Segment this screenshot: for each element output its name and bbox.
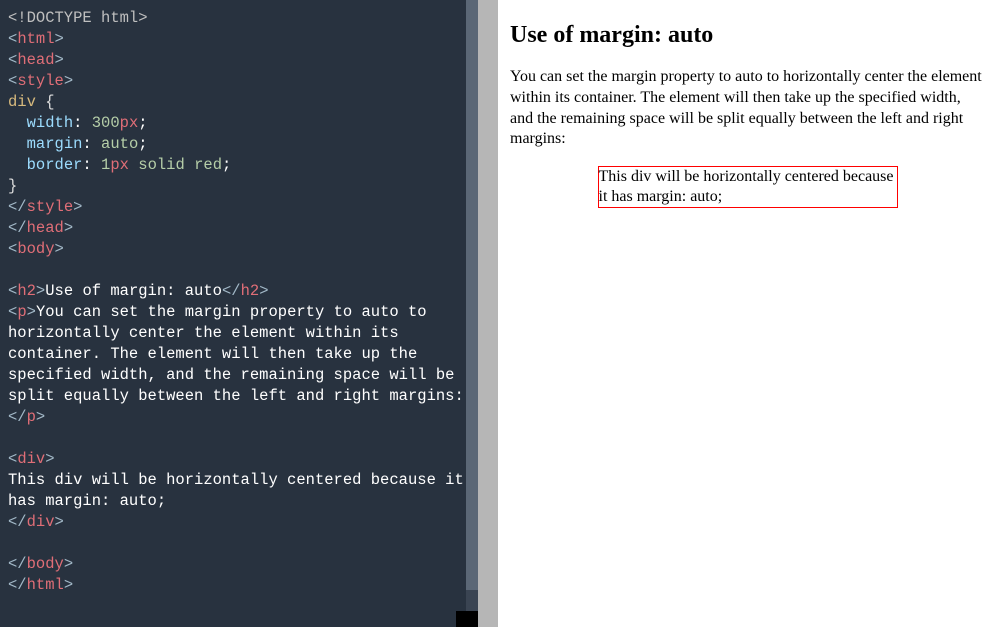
- css-unit-px: px: [120, 114, 139, 132]
- preview-heading: Use of margin: auto: [510, 22, 985, 49]
- h2-open-tag: h2: [17, 282, 36, 300]
- preview-pane: Use of margin: auto You can set the marg…: [498, 0, 997, 627]
- doctype-token: <!DOCTYPE html>: [8, 9, 148, 27]
- css-value-300: 300: [92, 114, 120, 132]
- editor-resize-handle[interactable]: [456, 611, 478, 627]
- body-open-tag: body: [17, 240, 54, 258]
- p-open-tag: p: [17, 303, 26, 321]
- preview-paragraph: You can set the margin property to auto …: [510, 67, 985, 150]
- preview-divider: Use of margin: auto You can set the marg…: [478, 0, 997, 627]
- editor-scrollbar-thumb[interactable]: [466, 0, 478, 590]
- source-code[interactable]: <!DOCTYPE html> <html> <head> <style> di…: [8, 8, 470, 596]
- css-prop-width: width: [27, 114, 74, 132]
- html-open-tag: html: [17, 30, 54, 48]
- editor-scrollbar[interactable]: [466, 0, 478, 627]
- css-prop-border: border: [27, 156, 83, 174]
- h2-close-tag: h2: [241, 282, 260, 300]
- p-text-content: You can set the margin property to auto …: [8, 303, 464, 405]
- style-close-tag: style: [27, 198, 74, 216]
- head-close-tag: head: [27, 219, 64, 237]
- css-selector: div: [8, 93, 36, 111]
- div-open-tag: div: [17, 450, 45, 468]
- body-close-tag: body: [27, 555, 64, 573]
- css-value-1: 1: [101, 156, 110, 174]
- h2-text-content: Use of margin: auto: [45, 282, 222, 300]
- css-value-auto: auto: [101, 135, 138, 153]
- code-editor-pane[interactable]: <!DOCTYPE html> <html> <head> <style> di…: [0, 0, 478, 627]
- head-open-tag: head: [17, 51, 54, 69]
- html-close-tag: html: [27, 576, 64, 594]
- p-close-tag: p: [27, 408, 36, 426]
- div-text-content: This div will be horizontally centered b…: [8, 471, 473, 510]
- css-value-solid-red: solid red: [138, 156, 222, 174]
- div-close-tag: div: [27, 513, 55, 531]
- style-open-tag: style: [17, 72, 64, 90]
- preview-centered-div: This div will be horizontally centered b…: [598, 166, 898, 208]
- css-prop-margin: margin: [27, 135, 83, 153]
- css-unit-px2: px: [110, 156, 129, 174]
